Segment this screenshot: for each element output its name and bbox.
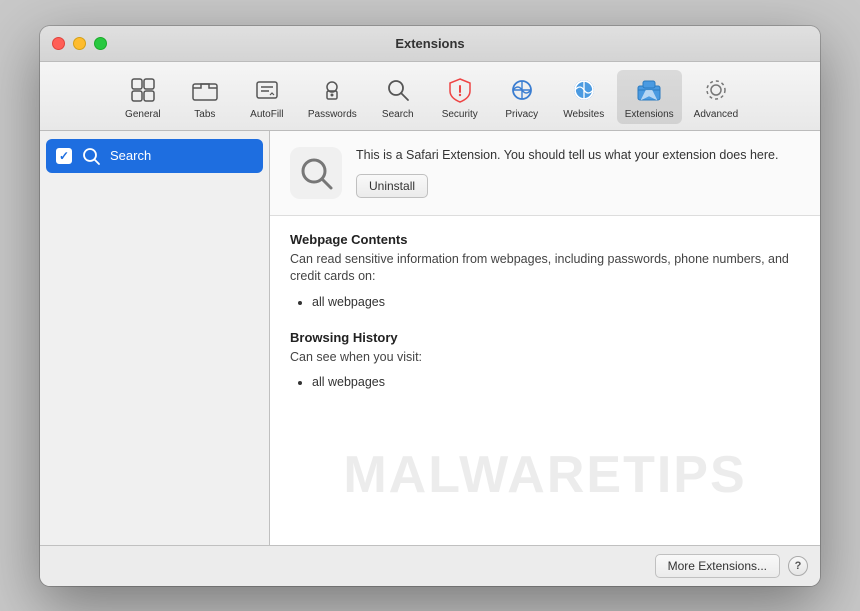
window-controls xyxy=(52,37,107,50)
privacy-icon xyxy=(506,74,538,106)
extensions-icon xyxy=(633,74,665,106)
uninstall-button[interactable]: Uninstall xyxy=(356,174,428,198)
search-toolbar-icon xyxy=(382,74,414,106)
toolbar-item-security[interactable]: Security xyxy=(431,70,489,124)
more-extensions-button[interactable]: More Extensions... xyxy=(655,554,780,578)
toolbar-item-search[interactable]: Search xyxy=(369,70,427,124)
toolbar-item-websites[interactable]: Websites xyxy=(555,70,613,124)
browsing-history-item-0: all webpages xyxy=(312,372,800,392)
toolbar-item-passwords[interactable]: Passwords xyxy=(300,70,365,124)
toolbar-item-tabs[interactable]: Tabs xyxy=(176,70,234,124)
permission-browsing-history: Browsing History Can see when you visit:… xyxy=(290,330,800,393)
extension-info: This is a Safari Extension. You should t… xyxy=(356,147,800,199)
extension-list-icon xyxy=(80,145,102,167)
close-button[interactable] xyxy=(52,37,65,50)
tabs-label: Tabs xyxy=(194,109,215,120)
search-label: Search xyxy=(382,109,414,120)
browsing-history-list: all webpages xyxy=(312,372,800,392)
content-area: ✓ Search MALWARETIPS xyxy=(40,131,820,545)
footer: More Extensions... ? xyxy=(40,545,820,586)
general-label: General xyxy=(125,109,161,120)
extension-icon xyxy=(290,147,342,199)
privacy-label: Privacy xyxy=(505,109,538,120)
webpage-contents-title: Webpage Contents xyxy=(290,232,800,247)
websites-label: Websites xyxy=(563,109,604,120)
browsing-history-desc: Can see when you visit: xyxy=(290,349,800,367)
window-title: Extensions xyxy=(395,36,464,51)
autofill-icon xyxy=(251,74,283,106)
toolbar: General Tabs AutoFill xyxy=(40,62,820,131)
toolbar-item-extensions[interactable]: Extensions xyxy=(617,70,682,124)
minimize-button[interactable] xyxy=(73,37,86,50)
toolbar-item-privacy[interactable]: Privacy xyxy=(493,70,551,124)
extension-description: This is a Safari Extension. You should t… xyxy=(356,147,800,165)
toolbar-item-general[interactable]: General xyxy=(114,70,172,124)
sidebar-item-search-ext[interactable]: ✓ Search xyxy=(46,139,263,173)
general-icon xyxy=(127,74,159,106)
tabs-icon xyxy=(189,74,221,106)
browsing-history-title: Browsing History xyxy=(290,330,800,345)
websites-icon xyxy=(568,74,600,106)
extension-checkbox[interactable]: ✓ xyxy=(56,148,72,164)
permissions-section: Webpage Contents Can read sensitive info… xyxy=(270,216,820,545)
passwords-label: Passwords xyxy=(308,109,357,120)
extension-header: This is a Safari Extension. You should t… xyxy=(270,131,820,216)
titlebar: Extensions xyxy=(40,26,820,62)
autofill-label: AutoFill xyxy=(250,109,283,120)
permission-webpage-contents: Webpage Contents Can read sensitive info… xyxy=(290,232,800,312)
webpage-contents-desc: Can read sensitive information from webp… xyxy=(290,251,800,286)
webpage-contents-item-0: all webpages xyxy=(312,292,800,312)
main-panel: MALWARETIPS This is a Safari Extension. … xyxy=(270,131,820,545)
passwords-icon xyxy=(316,74,348,106)
extensions-label: Extensions xyxy=(625,109,674,120)
advanced-label: Advanced xyxy=(694,109,738,120)
webpage-contents-list: all webpages xyxy=(312,292,800,312)
toolbar-item-advanced[interactable]: Advanced xyxy=(686,70,746,124)
sidebar: ✓ Search xyxy=(40,131,270,545)
maximize-button[interactable] xyxy=(94,37,107,50)
extension-list-label: Search xyxy=(110,148,151,163)
advanced-icon xyxy=(700,74,732,106)
security-icon xyxy=(444,74,476,106)
toolbar-item-autofill[interactable]: AutoFill xyxy=(238,70,296,124)
main-window: Extensions General Tabs xyxy=(40,26,820,586)
checkmark-icon: ✓ xyxy=(59,150,69,162)
security-label: Security xyxy=(442,109,478,120)
help-button[interactable]: ? xyxy=(788,556,808,576)
